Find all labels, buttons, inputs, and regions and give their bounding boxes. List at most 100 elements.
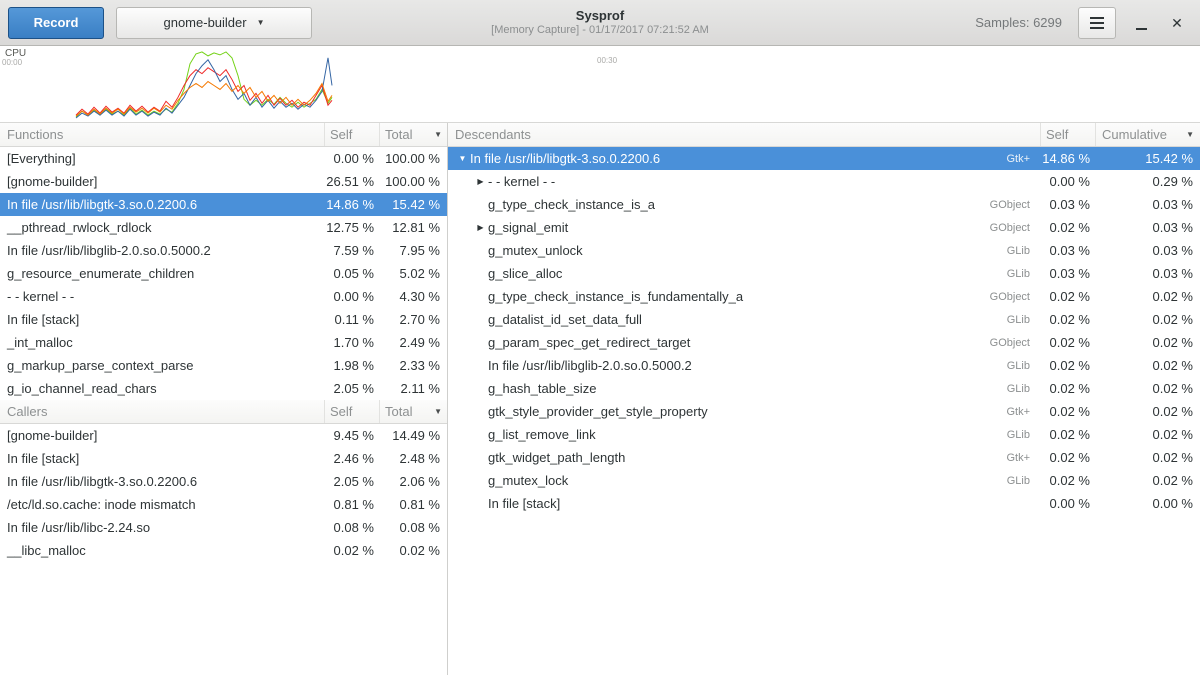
table-row[interactable]: In file /usr/lib/libgtk-3.so.0.2200.62.0… xyxy=(0,470,447,493)
column-header-functions[interactable]: Functions xyxy=(0,123,324,146)
function-name: g_signal_emit xyxy=(488,220,568,235)
window-title-block: Sysprof [Memory Capture] - 01/17/2017 07… xyxy=(300,8,900,37)
page-subtitle: [Memory Capture] - 01/17/2017 07:21:52 A… xyxy=(300,24,900,37)
record-button[interactable]: Record xyxy=(8,7,104,39)
table-row[interactable]: gtk_style_provider_get_style_propertyGtk… xyxy=(448,400,1200,423)
cumulative-percent: 0.02 % xyxy=(1095,404,1200,419)
self-percent: 0.03 % xyxy=(1040,243,1095,258)
column-header-descendants[interactable]: Descendants xyxy=(448,123,1040,146)
table-row[interactable]: In file /usr/lib/libgtk-3.so.0.2200.614.… xyxy=(0,193,447,216)
table-row[interactable]: gtk_widget_path_lengthGtk+0.02 %0.02 % xyxy=(448,446,1200,469)
minimize-button[interactable] xyxy=(1126,8,1156,38)
hamburger-icon xyxy=(1090,17,1104,29)
page-title: Sysprof xyxy=(300,8,900,24)
function-name: In file /usr/lib/libgtk-3.so.0.2200.6 xyxy=(0,474,324,489)
time-label-start: 00:00 xyxy=(2,58,22,67)
column-header-cumulative[interactable]: Cumulative ▼ xyxy=(1095,123,1200,146)
library-badge: Gtk+ xyxy=(1006,406,1040,418)
table-row[interactable]: g_hash_table_sizeGLib0.02 %0.02 % xyxy=(448,377,1200,400)
table-row[interactable]: g_mutex_lockGLib0.02 %0.02 % xyxy=(448,469,1200,492)
self-percent: 9.45 % xyxy=(324,428,379,443)
cumulative-percent: 0.03 % xyxy=(1095,243,1200,258)
cpu-core-green xyxy=(76,52,332,117)
column-header-self[interactable]: Self xyxy=(324,400,379,423)
functions-table: [Everything]0.00 %100.00 %[gnome-builder… xyxy=(0,147,447,400)
table-row[interactable]: g_slice_allocGLib0.03 %0.03 % xyxy=(448,262,1200,285)
table-row[interactable]: g_list_remove_linkGLib0.02 %0.02 % xyxy=(448,423,1200,446)
table-row[interactable]: ▶- - kernel - -0.00 %0.29 % xyxy=(448,170,1200,193)
process-selector[interactable]: gnome-builder ▼ xyxy=(116,7,312,39)
cumulative-percent: 0.02 % xyxy=(1095,335,1200,350)
descendant-name-cell: g_type_check_instance_is_fundamentally_a… xyxy=(448,289,1040,304)
self-percent: 0.02 % xyxy=(1040,427,1095,442)
table-row[interactable]: /etc/ld.so.cache: inode mismatch0.81 %0.… xyxy=(0,493,447,516)
close-button[interactable]: ✕ xyxy=(1162,8,1192,38)
table-row[interactable]: [gnome-builder]26.51 %100.00 % xyxy=(0,170,447,193)
self-percent: 0.03 % xyxy=(1040,197,1095,212)
table-row[interactable]: __pthread_rwlock_rdlock12.75 %12.81 % xyxy=(0,216,447,239)
cpu-timeline[interactable]: CPU 00:00 00:30 xyxy=(0,46,1200,123)
table-row[interactable]: g_io_channel_read_chars2.05 %2.11 % xyxy=(0,377,447,400)
column-header-total[interactable]: Total ▼ xyxy=(379,400,447,423)
column-header-self[interactable]: Self xyxy=(1040,123,1095,146)
function-name: g_hash_table_size xyxy=(488,381,596,396)
self-percent: 0.02 % xyxy=(1040,404,1095,419)
function-name: In file /usr/lib/libglib-2.0.so.0.5000.2 xyxy=(488,358,692,373)
table-row[interactable]: In file /usr/lib/libglib-2.0.so.0.5000.2… xyxy=(448,354,1200,377)
table-row[interactable]: ▶g_signal_emitGObject0.02 %0.03 % xyxy=(448,216,1200,239)
descendant-name-cell: g_datalist_id_set_data_fullGLib xyxy=(448,312,1040,327)
samples-count: Samples: 6299 xyxy=(975,15,1062,30)
self-percent: 2.46 % xyxy=(324,451,379,466)
column-header-total[interactable]: Total ▼ xyxy=(379,123,447,146)
self-percent: 0.02 % xyxy=(1040,312,1095,327)
descendant-name-cell: gtk_widget_path_lengthGtk+ xyxy=(448,450,1040,465)
process-selector-label: gnome-builder xyxy=(163,15,246,30)
table-row[interactable]: g_param_spec_get_redirect_targetGObject0… xyxy=(448,331,1200,354)
table-row[interactable]: g_markup_parse_context_parse1.98 %2.33 % xyxy=(0,354,447,377)
descendant-name-cell: In file [stack] xyxy=(448,496,1040,511)
function-name: g_param_spec_get_redirect_target xyxy=(488,335,690,350)
table-row[interactable]: _int_malloc1.70 %2.49 % xyxy=(0,331,447,354)
table-row[interactable]: In file [stack]0.00 %0.00 % xyxy=(448,492,1200,515)
table-row[interactable]: In file /usr/lib/libglib-2.0.so.0.5000.2… xyxy=(0,239,447,262)
table-row[interactable]: [Everything]0.00 %100.00 % xyxy=(0,147,447,170)
table-row[interactable]: In file [stack]0.11 %2.70 % xyxy=(0,308,447,331)
table-row[interactable]: g_datalist_id_set_data_fullGLib0.02 %0.0… xyxy=(448,308,1200,331)
library-badge: Gtk+ xyxy=(1006,153,1040,165)
function-name: In file [stack] xyxy=(488,496,560,511)
left-panel: Functions Self Total ▼ [Everything]0.00 … xyxy=(0,123,448,675)
total-percent: 0.08 % xyxy=(379,520,447,535)
expander-right-icon[interactable]: ▶ xyxy=(473,177,488,186)
close-icon: ✕ xyxy=(1171,16,1183,30)
self-percent: 0.02 % xyxy=(1040,335,1095,350)
table-row[interactable]: __libc_malloc0.02 %0.02 % xyxy=(0,539,447,562)
self-percent: 0.05 % xyxy=(324,266,379,281)
table-row[interactable]: g_type_check_instance_is_fundamentally_a… xyxy=(448,285,1200,308)
expander-down-icon[interactable]: ▼ xyxy=(455,154,470,163)
total-percent: 15.42 % xyxy=(379,197,447,212)
function-name: __pthread_rwlock_rdlock xyxy=(0,220,324,235)
table-row[interactable]: - - kernel - -0.00 %4.30 % xyxy=(0,285,447,308)
library-badge: GObject xyxy=(990,222,1040,234)
expander-right-icon[interactable]: ▶ xyxy=(473,223,488,232)
table-row[interactable]: In file /usr/lib/libc-2.24.so0.08 %0.08 … xyxy=(0,516,447,539)
table-row[interactable]: g_mutex_unlockGLib0.03 %0.03 % xyxy=(448,239,1200,262)
table-row[interactable]: In file [stack]2.46 %2.48 % xyxy=(0,447,447,470)
function-name: g_mutex_unlock xyxy=(488,243,583,258)
descendant-name-cell: gtk_style_provider_get_style_propertyGtk… xyxy=(448,404,1040,419)
self-percent: 0.02 % xyxy=(1040,358,1095,373)
column-header-callers[interactable]: Callers xyxy=(0,400,324,423)
table-row[interactable]: g_resource_enumerate_children0.05 %5.02 … xyxy=(0,262,447,285)
function-name: In file /usr/lib/libc-2.24.so xyxy=(0,520,324,535)
self-percent: 0.02 % xyxy=(324,543,379,558)
table-row[interactable]: ▼In file /usr/lib/libgtk-3.so.0.2200.6Gt… xyxy=(448,147,1200,170)
function-name: g_markup_parse_context_parse xyxy=(0,358,324,373)
descendant-name-cell: In file /usr/lib/libglib-2.0.so.0.5000.2… xyxy=(448,358,1040,373)
table-row[interactable]: [gnome-builder]9.45 %14.49 % xyxy=(0,424,447,447)
descendant-name-cell: g_mutex_lockGLib xyxy=(448,473,1040,488)
cumulative-percent: 0.03 % xyxy=(1095,266,1200,281)
table-row[interactable]: g_type_check_instance_is_aGObject0.03 %0… xyxy=(448,193,1200,216)
column-header-self[interactable]: Self xyxy=(324,123,379,146)
callers-header-row: Callers Self Total ▼ xyxy=(0,400,447,424)
menu-button[interactable] xyxy=(1078,7,1116,39)
